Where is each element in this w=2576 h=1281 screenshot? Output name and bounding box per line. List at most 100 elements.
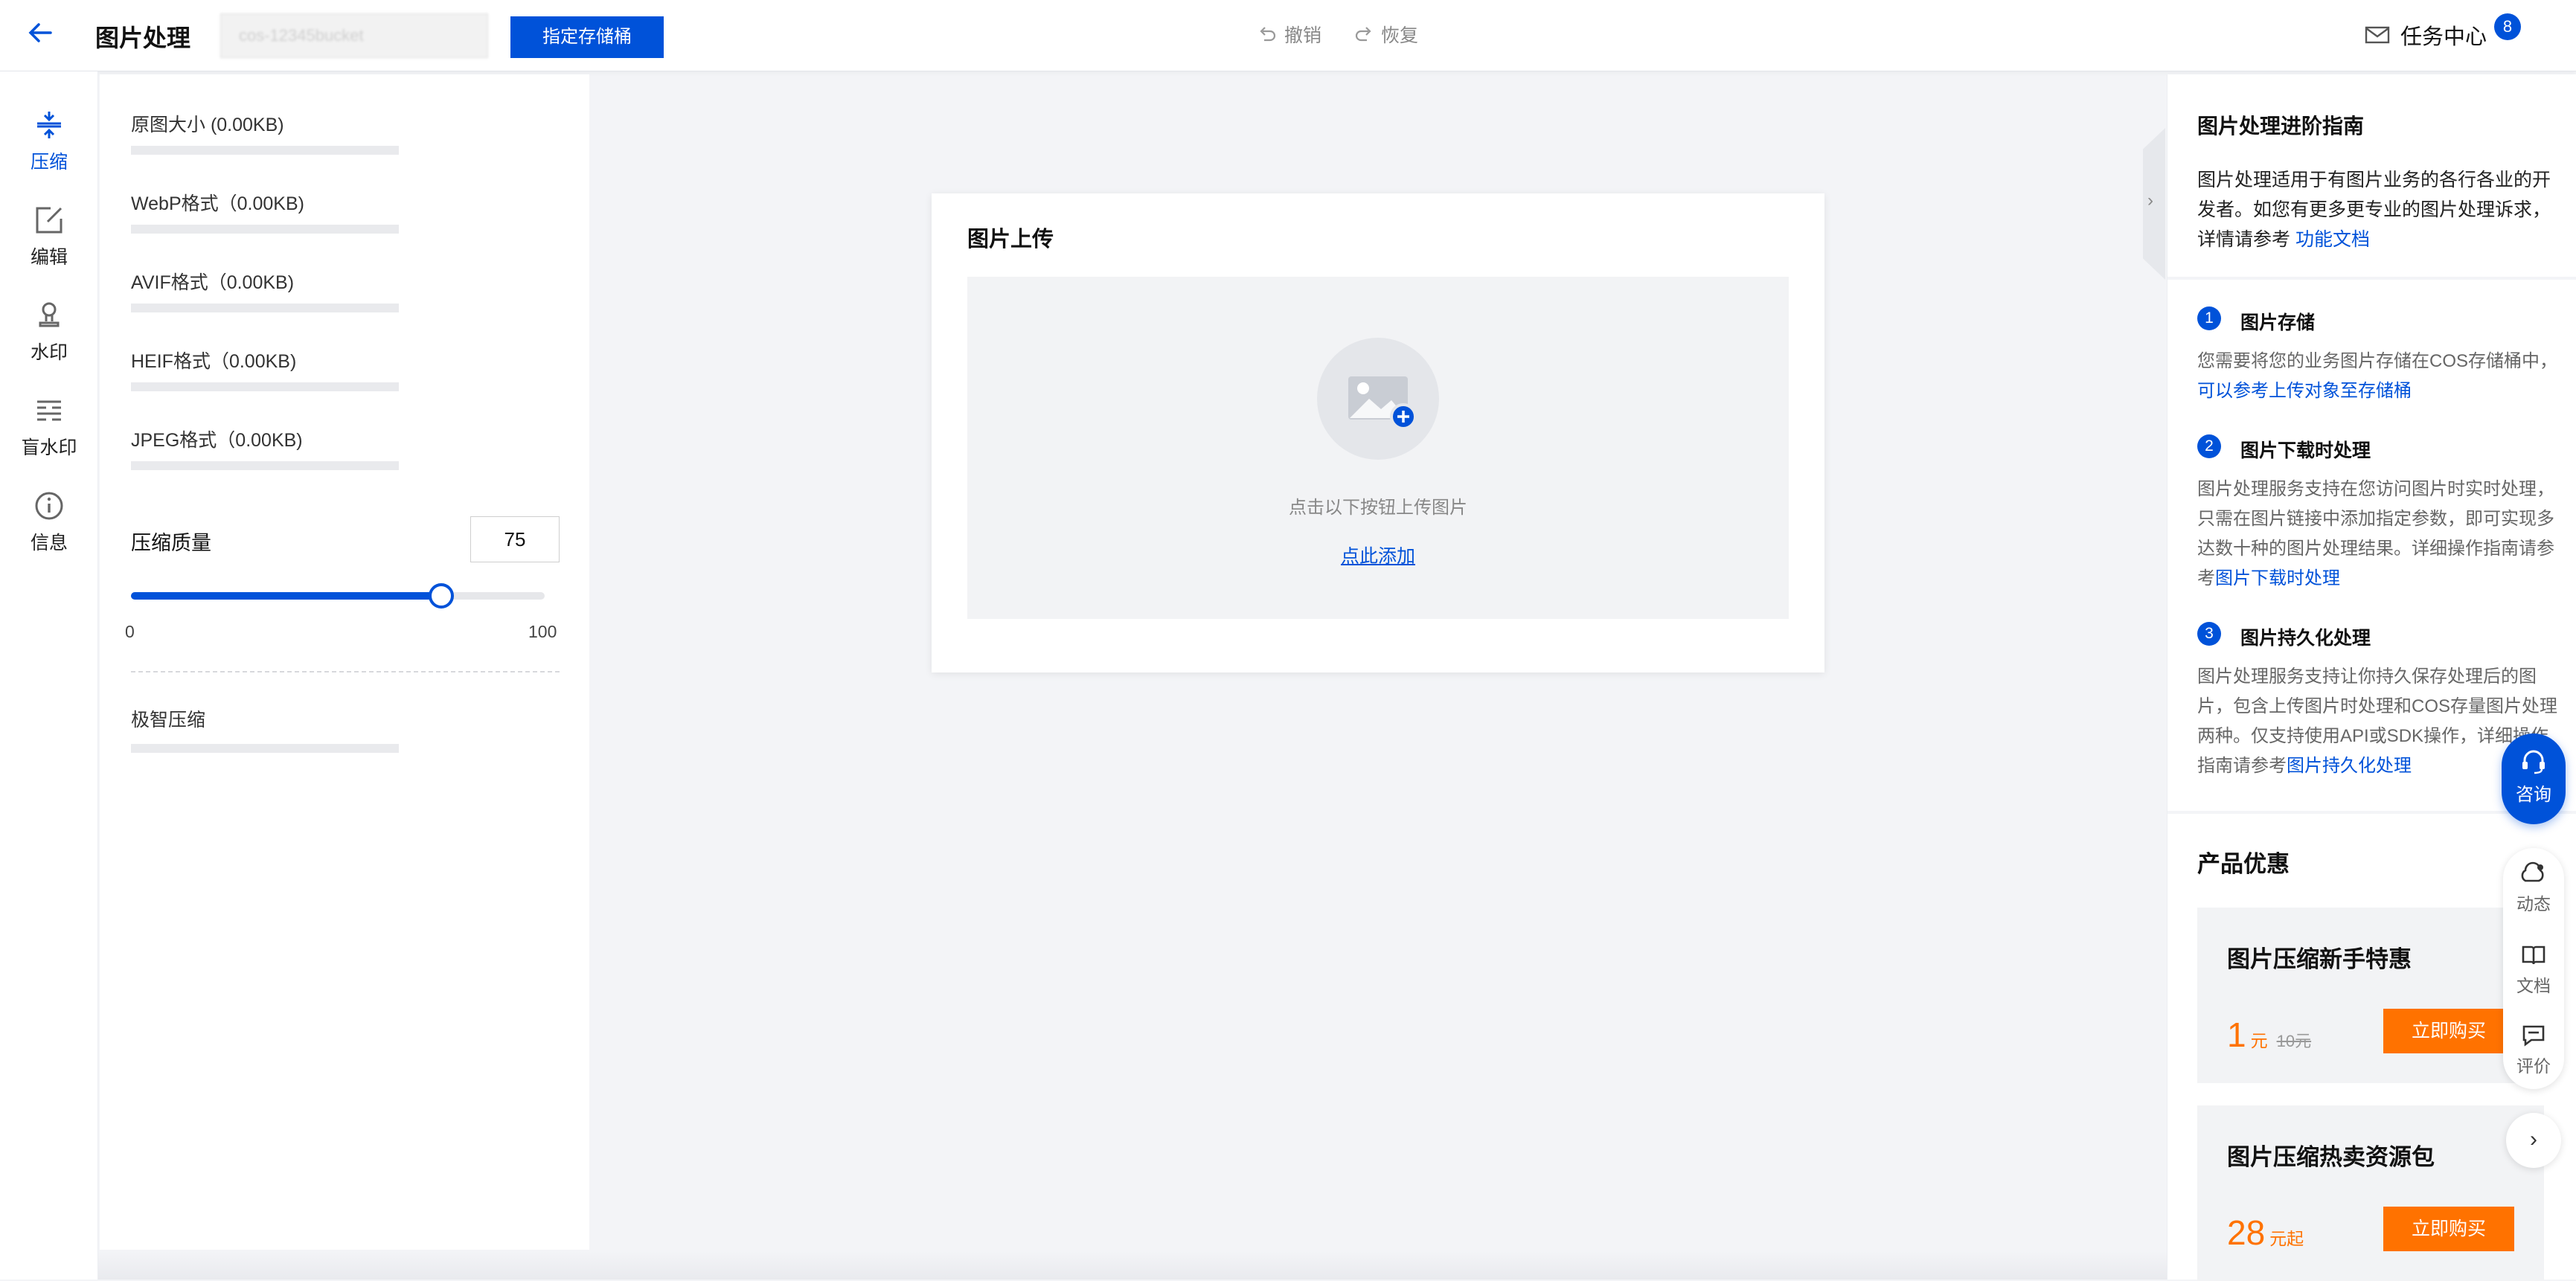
news-button[interactable]: 动态 (2503, 861, 2564, 915)
consult-button[interactable]: 咨询 (2502, 733, 2566, 824)
undo-icon (1260, 27, 1276, 42)
nav-item-compress[interactable]: 压缩 (0, 110, 98, 174)
step-title: 图片存储 (2240, 312, 2316, 333)
guide-intro: 图片处理适用于有图片业务的各行各业的开发者。如您有更多更专业的图片处理诉求，详情… (2197, 165, 2559, 254)
nav-item-label: 盲水印 (21, 437, 77, 458)
guide-panel: 图片处理进阶指南 图片处理适用于有图片业务的各行各业的开发者。如您有更多更专业的… (2167, 74, 2576, 1281)
compression-settings-panel: 原图大小 (0.00KB) WebP格式（0.00KB) AVIF格式（0.00… (100, 74, 589, 1250)
download-processing-link[interactable]: 图片下载时处理 (2215, 568, 2340, 588)
step-number: 3 (2197, 622, 2221, 646)
original-price: 10元 (2276, 1032, 2312, 1050)
redo-icon (1355, 27, 1371, 42)
docs-button[interactable]: 文档 (2503, 943, 2564, 997)
canvas-bottom-edge (98, 1251, 2167, 1280)
upload-dropzone[interactable]: 点击以下按钮上传图片 点此添加 (967, 277, 1789, 619)
back-arrow-icon[interactable] (25, 18, 55, 48)
upload-hint: 点击以下按钮上传图片 (1289, 498, 1467, 518)
buy-now-button[interactable]: 立即购买 (2383, 1009, 2514, 1053)
blind-watermark-icon (37, 400, 61, 421)
nav-item-label: 信息 (30, 533, 68, 553)
task-count-badge: 8 (2494, 13, 2521, 40)
quality-slider[interactable] (131, 583, 545, 609)
feature-docs-link[interactable]: 功能文档 (2295, 229, 2370, 250)
upload-object-link[interactable]: 可以参考上传对象至存储桶 (2197, 381, 2412, 401)
nav-item-label: 压缩 (30, 152, 68, 173)
quality-slider-handle[interactable] (429, 583, 454, 609)
news-label: 动态 (2516, 894, 2551, 914)
feedback-icon (2522, 1025, 2545, 1047)
undo-label: 撤销 (1284, 25, 1322, 46)
quality-label: 压缩质量 (131, 532, 211, 554)
doc-icon (2522, 946, 2545, 965)
compress-icon (37, 112, 61, 138)
step-title: 图片持久化处理 (2240, 628, 2371, 649)
upload-card: 图片上传 点击以下按钮上传图片 点此添加 (932, 193, 1824, 672)
nav-item-watermark[interactable]: 水印 (0, 301, 98, 365)
format-avif-label: AVIF格式（0.00KB) (131, 272, 295, 293)
price-value: 28 (2227, 1213, 2266, 1252)
divider (131, 671, 560, 672)
promo-card: 图片压缩新手特惠 1 元 10元 立即购买 (2197, 908, 2544, 1083)
step-number: 2 (2197, 434, 2221, 458)
format-jpeg-label: JPEG格式（0.00KB) (131, 430, 303, 451)
slider-max-label: 100 (528, 622, 557, 641)
step-body-text: 您需要将您的业务图片存储在COS存储桶中， (2197, 351, 2558, 371)
redo-button[interactable]: 恢复 (1354, 21, 1418, 48)
news-icon (2521, 861, 2544, 882)
task-center-button[interactable]: 任务中心 (2365, 19, 2487, 51)
chevron-right-icon[interactable]: › (2506, 1113, 2561, 1168)
feedback-button[interactable]: 评价 (2503, 1024, 2564, 1077)
slider-min-label: 0 (125, 622, 135, 641)
consult-label: 咨询 (2516, 785, 2551, 805)
top-bar: 图片处理 cos-12345bucket 指定存储桶 撤销 恢复 任务中心 8 (0, 0, 2576, 71)
watermark-icon (39, 302, 60, 327)
edit-icon (36, 207, 63, 234)
quality-input[interactable]: 75 (470, 516, 560, 562)
quality-slider-fill (131, 592, 441, 600)
headset-icon (2522, 750, 2545, 774)
feedback-label: 评价 (2516, 1056, 2551, 1076)
left-nav: 压缩 编辑 水印 盲水印 信息 (0, 71, 98, 1280)
price-unit: 元起 (2269, 1229, 2304, 1248)
nav-item-info[interactable]: 信息 (0, 491, 98, 555)
step-number: 1 (2197, 306, 2221, 330)
task-center-label: 任务中心 (2400, 25, 2487, 49)
format-heif-label: HEIF格式（0.00KB) (131, 351, 297, 372)
format-webp-bar (131, 225, 399, 234)
format-avif-bar (131, 304, 399, 312)
guide-intro-text: 图片处理适用于有图片业务的各行各业的开发者。如您有更多更专业的图片处理诉求，详情… (2197, 170, 2551, 250)
chevron-right-icon: › (2147, 190, 2153, 211)
step-body: 您需要将您的业务图片存储在COS存储桶中， 可以参考上传对象至存储桶 (2197, 347, 2559, 406)
docs-label: 文档 (2516, 976, 2551, 995)
promo-price: 28 元起 (2227, 1213, 2304, 1253)
divider (2168, 277, 2576, 280)
buy-now-button[interactable]: 立即购买 (2383, 1207, 2514, 1251)
floating-toolbar: 动态 文档 评价 (2503, 848, 2564, 1089)
format-webp-label: WebP格式（0.00KB) (131, 193, 304, 214)
guide-title: 图片处理进阶指南 (2197, 115, 2365, 138)
mail-icon (2365, 26, 2390, 44)
collapse-panel-tab[interactable]: › (2143, 128, 2165, 280)
redo-label: 恢复 (1381, 25, 1419, 46)
format-original-bar (131, 146, 399, 155)
select-bucket-button[interactable]: 指定存储桶 (510, 16, 664, 58)
promo-title: 产品优惠 (2197, 851, 2290, 877)
step-body: 图片处理服务支持在您访问图片时实时处理，只需在图片链接中添加指定参数，即可实现多… (2197, 475, 2559, 594)
bucket-input[interactable]: cos-12345bucket (220, 13, 488, 58)
page-title: 图片处理 (95, 25, 191, 51)
upload-title: 图片上传 (967, 228, 1054, 251)
price-unit: 元 (2250, 1031, 2268, 1050)
add-image-link[interactable]: 点此添加 (967, 542, 1789, 568)
undo-button[interactable]: 撤销 (1257, 21, 1321, 48)
nav-item-blind-watermark[interactable]: 盲水印 (0, 396, 98, 460)
smart-compress-label: 极智压缩 (131, 710, 206, 731)
format-heif-bar (131, 382, 399, 391)
format-jpeg-bar (131, 461, 399, 470)
persistent-processing-link[interactable]: 图片持久化处理 (2287, 756, 2412, 776)
nav-item-edit[interactable]: 编辑 (0, 205, 98, 269)
promo-price: 1 元 10元 (2227, 1015, 2311, 1055)
format-original-label: 原图大小 (0.00KB) (131, 115, 284, 135)
image-upload-icon (1317, 338, 1439, 460)
promo-name: 图片压缩热卖资源包 (2227, 1144, 2435, 1170)
nav-item-label: 编辑 (30, 247, 68, 268)
